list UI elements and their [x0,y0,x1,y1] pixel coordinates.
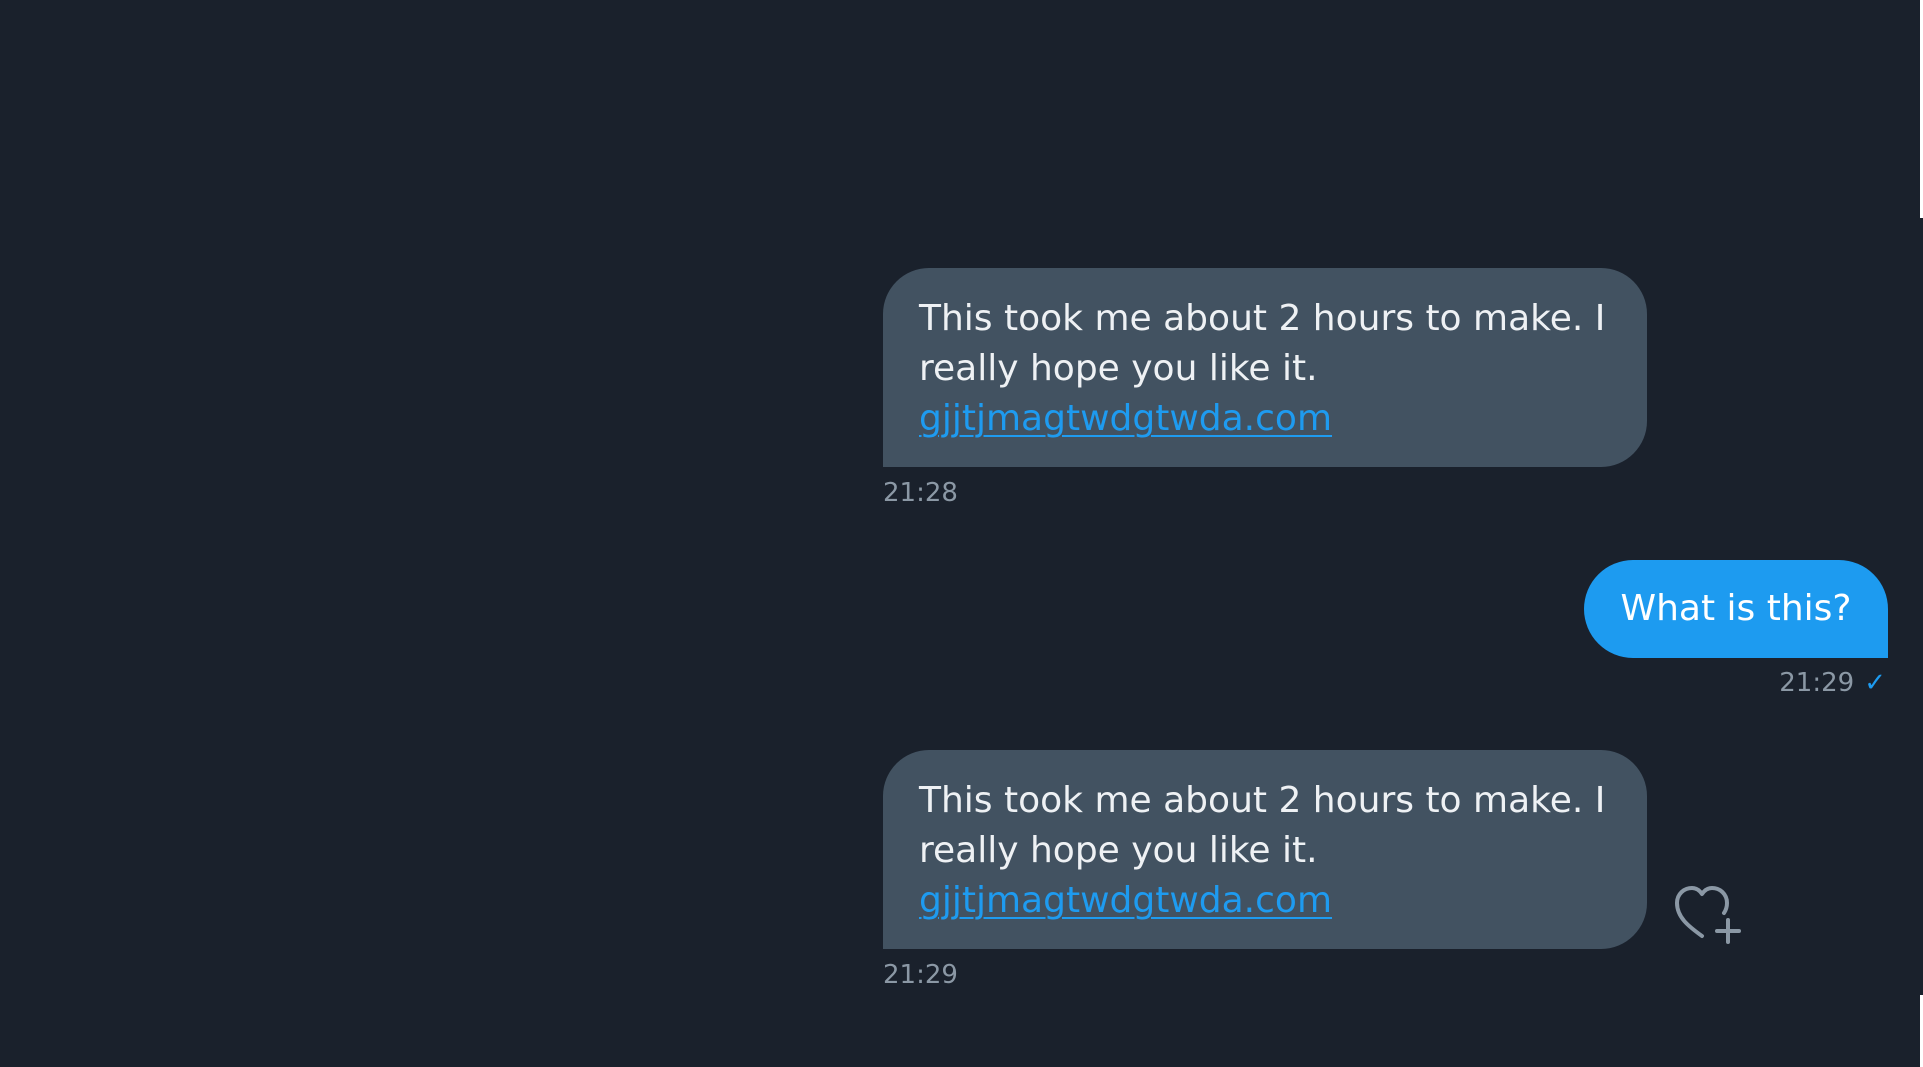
outgoing-message-bubble: What is this? [1584,560,1888,658]
message-text: This took me about 2 hours to make. I re… [919,780,1606,871]
message-link[interactable]: gjjtjmagtwdgtwda.com [919,876,1611,926]
message-timestamp: 21:28 [883,478,958,508]
incoming-message-bubble: This took me about 2 hours to make. I re… [883,268,1647,467]
message-status: 21:29 ✓ [1779,668,1886,698]
message-text: What is this? [1620,588,1852,629]
message-link[interactable]: gjjtjmagtwdgtwda.com [919,394,1611,444]
message-text: This took me about 2 hours to make. I re… [919,298,1606,389]
add-reaction-heart-icon[interactable] [1672,880,1742,946]
checkmark-icon: ✓ [1864,668,1886,698]
message-timestamp: 21:29 [883,960,958,990]
incoming-message-bubble: This took me about 2 hours to make. I re… [883,750,1647,949]
message-timestamp: 21:29 [1779,668,1855,698]
